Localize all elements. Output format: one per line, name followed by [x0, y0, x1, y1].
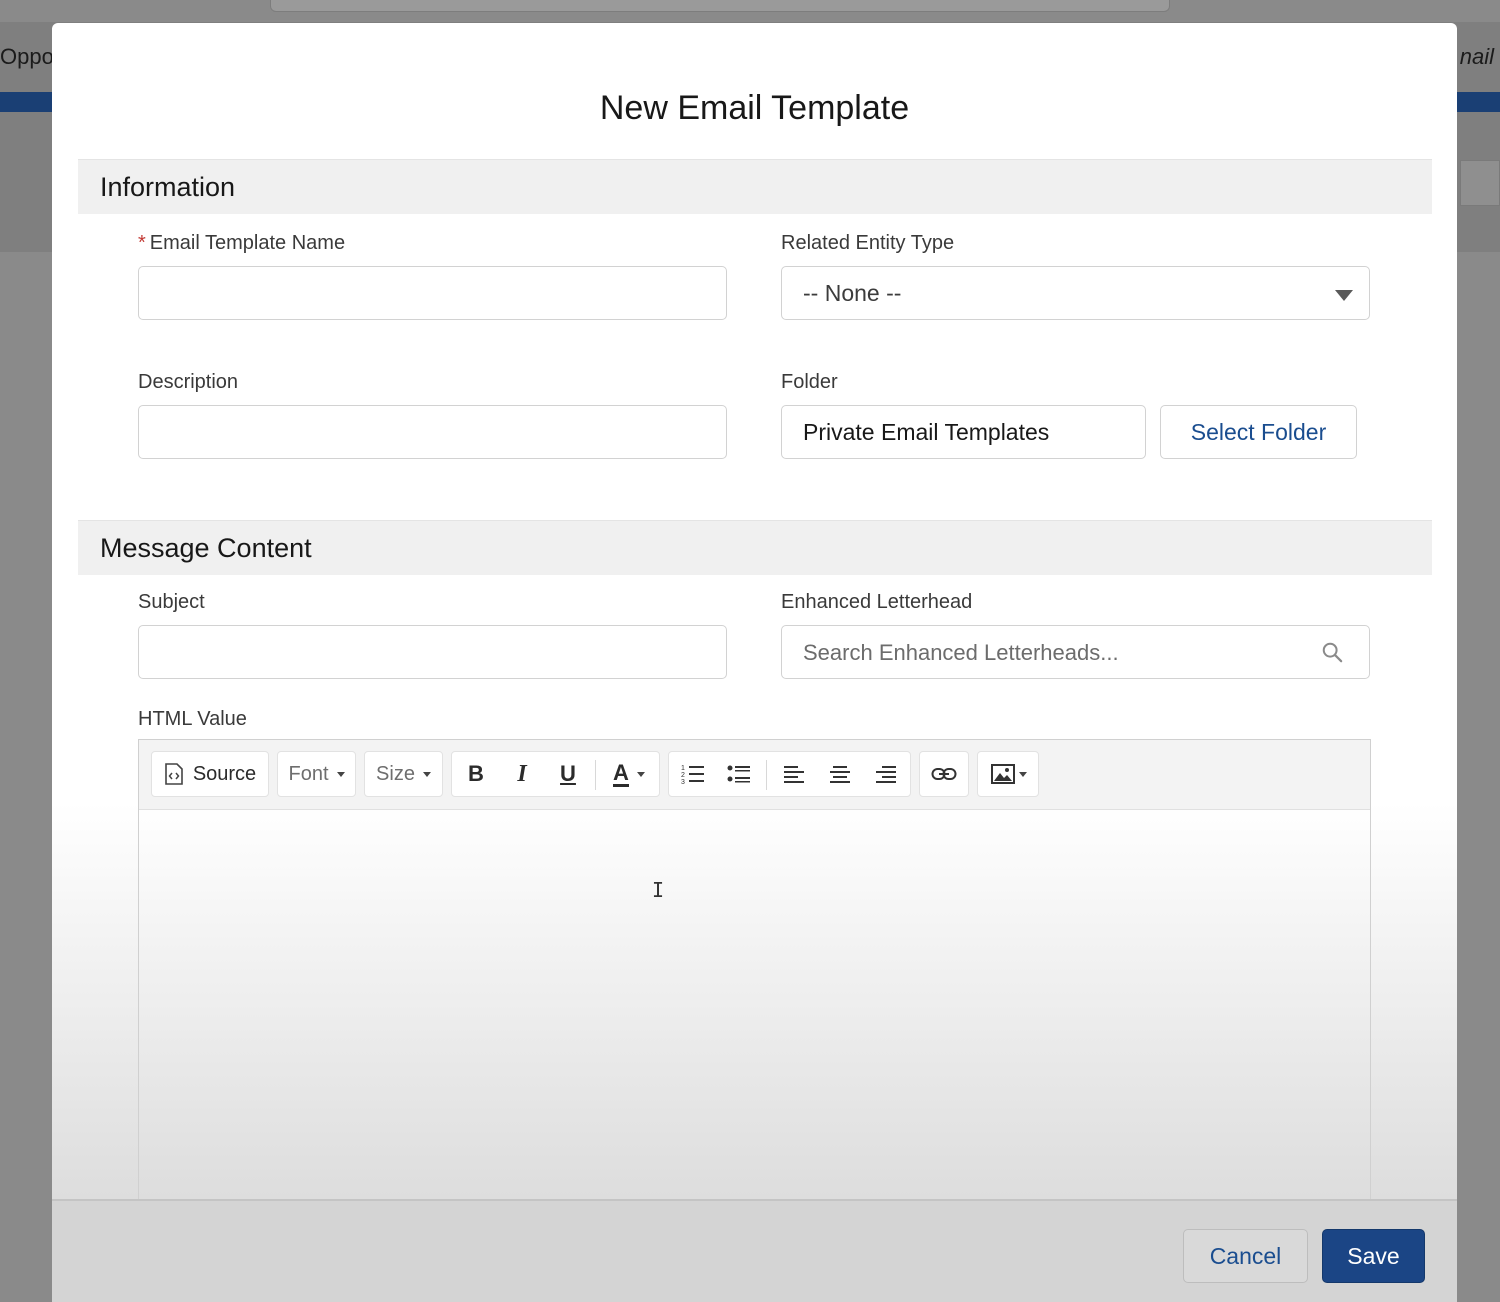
- size-label: Size: [376, 762, 415, 785]
- source-button[interactable]: Source: [152, 752, 268, 796]
- insert-link-button[interactable]: [922, 752, 966, 796]
- chevron-down-icon: [636, 771, 645, 777]
- underline-button[interactable]: U: [546, 752, 590, 796]
- save-button[interactable]: Save: [1322, 1229, 1425, 1283]
- font-label: Font: [288, 762, 329, 785]
- align-left-button[interactable]: [772, 752, 816, 796]
- align-center-icon: [830, 766, 850, 783]
- toolbar-group-size: Size: [364, 751, 443, 797]
- font-dropdown[interactable]: Font: [278, 752, 355, 796]
- search-icon: [1322, 642, 1343, 663]
- email-template-name-input[interactable]: [138, 266, 727, 320]
- align-right-button[interactable]: [864, 752, 908, 796]
- background-search-bar: [270, 0, 1170, 12]
- html-value-label: HTML Value: [138, 708, 247, 730]
- align-right-icon: [876, 766, 896, 783]
- required-marker: *: [138, 232, 146, 254]
- toolbar-group-image: [977, 751, 1039, 797]
- svg-text:3: 3: [681, 779, 685, 785]
- enhanced-letterhead-label: Enhanced Letterhead: [781, 591, 973, 613]
- svg-text:1: 1: [681, 765, 685, 772]
- description-label: Description: [138, 371, 239, 393]
- new-email-template-modal: New Email Template Information * Email Te…: [52, 23, 1457, 1302]
- toolbar-group-font: Font: [277, 751, 356, 797]
- folder-input[interactable]: Private Email Templates: [781, 405, 1146, 459]
- svg-text:2: 2: [681, 772, 685, 779]
- folder-value: Private Email Templates: [803, 419, 1050, 445]
- background-record-title: Oppo: [0, 44, 54, 69]
- section-title: Message Content: [100, 533, 312, 563]
- text-cursor-icon: I: [652, 878, 665, 902]
- numbered-list-icon: 1 2 3: [681, 765, 704, 785]
- section-header-information: Information: [78, 159, 1432, 214]
- folder-label: Folder: [781, 371, 838, 393]
- toolbar-separator: [595, 760, 596, 790]
- toolbar-group-source: Source: [151, 751, 269, 797]
- related-entity-type-select[interactable]: -- None --: [781, 266, 1370, 320]
- size-dropdown[interactable]: Size: [365, 752, 442, 796]
- chevron-down-icon: [1335, 290, 1353, 301]
- subject-input[interactable]: [138, 625, 727, 679]
- toolbar-group-lists-align: 1 2 3: [668, 751, 911, 797]
- italic-button[interactable]: I: [500, 752, 544, 796]
- toolbar-group-link: [919, 751, 969, 797]
- image-icon: [991, 764, 1015, 784]
- text-color-button[interactable]: A: [600, 752, 658, 796]
- background-highlight-left: [0, 92, 52, 112]
- chevron-down-icon: [422, 771, 431, 777]
- related-entity-type-label: Related Entity Type: [781, 232, 955, 254]
- toolbar-separator: [766, 760, 767, 790]
- section-header-message-content: Message Content: [78, 520, 1432, 575]
- numbered-list-button[interactable]: 1 2 3: [671, 752, 715, 796]
- email-template-name-label: * Email Template Name: [138, 232, 345, 255]
- chevron-down-icon: [1019, 771, 1027, 777]
- toolbar-group-text-format: B I U A: [451, 751, 660, 797]
- section-title: Information: [100, 172, 236, 202]
- background-button: [1460, 160, 1500, 206]
- description-input[interactable]: [138, 405, 727, 459]
- background-right-label: nail: [1459, 44, 1494, 69]
- bulleted-list-button[interactable]: [717, 752, 761, 796]
- background-highlight-right: [1456, 92, 1500, 112]
- source-icon: [165, 763, 183, 785]
- modal-title: New Email Template: [599, 89, 910, 127]
- subject-label: Subject: [138, 591, 205, 613]
- align-center-button[interactable]: [818, 752, 862, 796]
- bold-button[interactable]: B: [454, 752, 498, 796]
- bulleted-list-icon: [727, 765, 750, 783]
- select-value: -- None --: [803, 280, 902, 306]
- label-text: Email Template Name: [149, 232, 346, 254]
- editor-toolbar: Source Font Size B I U A 1 2 3: [139, 740, 1370, 810]
- link-icon: [931, 768, 957, 780]
- cancel-button[interactable]: Cancel: [1183, 1229, 1308, 1283]
- text-color-icon: A: [613, 759, 629, 787]
- source-label: Source: [192, 762, 257, 785]
- chevron-down-icon: [336, 771, 345, 777]
- enhanced-letterhead-search-input[interactable]: Search Enhanced Letterheads...: [781, 625, 1370, 679]
- insert-image-button[interactable]: [980, 752, 1038, 796]
- align-left-icon: [784, 766, 804, 783]
- select-folder-button[interactable]: Select Folder: [1160, 405, 1357, 459]
- search-placeholder: Search Enhanced Letterheads...: [803, 640, 1119, 665]
